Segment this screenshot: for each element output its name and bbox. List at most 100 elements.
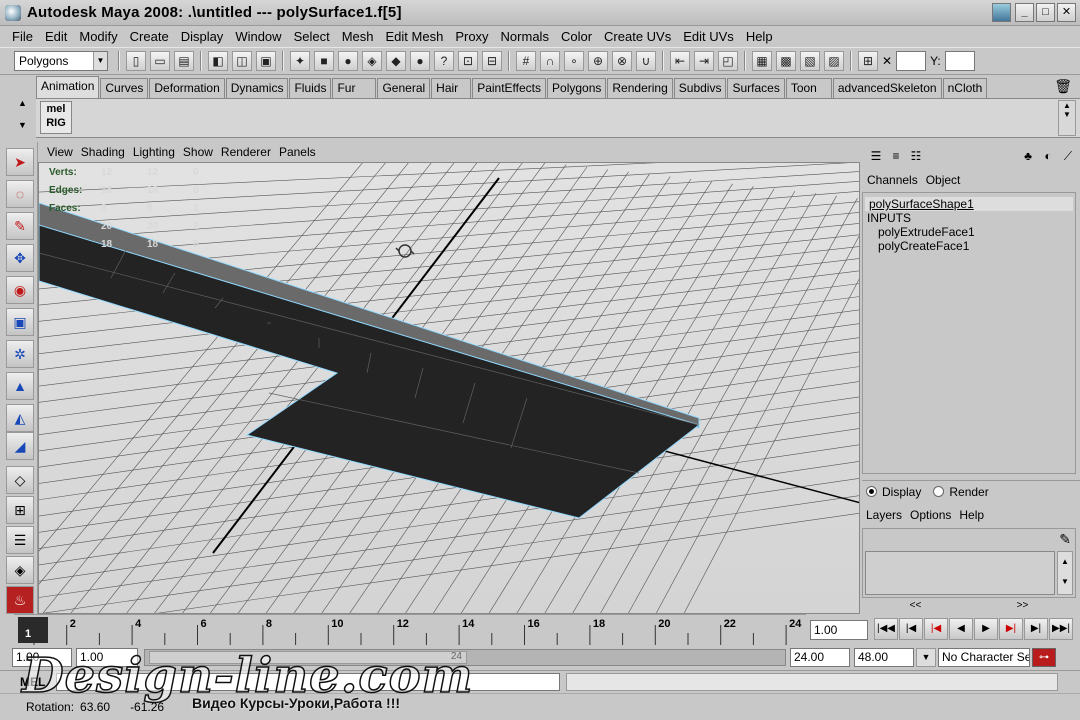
pin-icon[interactable]: ⟋ — [1060, 148, 1076, 164]
snap-curve-icon[interactable]: ∩ — [540, 51, 560, 71]
render-frame-icon[interactable]: ▩ — [776, 51, 796, 71]
menu-mesh[interactable]: Mesh — [336, 29, 380, 44]
shelf-tab-hair[interactable]: Hair — [431, 78, 472, 98]
snap-view-icon[interactable]: ⊕ — [588, 51, 608, 71]
universal-manip-icon[interactable]: ✲ — [6, 340, 34, 368]
graph-layout-icon[interactable]: ◈ — [6, 556, 34, 584]
menu-help[interactable]: Help — [740, 29, 779, 44]
single-pane-layout-icon[interactable]: ◇ — [6, 466, 34, 494]
layer-menu-options[interactable]: Options — [910, 508, 951, 522]
trash-icon[interactable]: 🗑 — [1054, 78, 1072, 95]
go-to-end-icon[interactable]: ▶▶| — [1049, 618, 1073, 640]
shelf-tab-toon[interactable]: Toon — [785, 78, 832, 98]
range-bar[interactable]: 24 — [149, 651, 467, 664]
shelf-tab-painteffects[interactable]: PaintEffects — [472, 78, 547, 98]
tree-icon[interactable]: ♣ — [1020, 148, 1036, 164]
lock-selection-icon[interactable]: ⊡ — [458, 51, 478, 71]
help-mask-icon[interactable]: ? — [434, 51, 454, 71]
snap-grid-icon[interactable]: # — [516, 51, 536, 71]
save-scene-icon[interactable]: ▤ — [174, 51, 194, 71]
attribute-editor-toggle-icon[interactable]: ≡ — [888, 148, 904, 164]
show-manip-tool-icon[interactable]: ◭ — [6, 404, 34, 432]
panel-menu-lighting[interactable]: Lighting — [129, 145, 179, 159]
panel-menu-shading[interactable]: Shading — [77, 145, 129, 159]
magnet-icon[interactable]: ∪ — [636, 51, 656, 71]
step-back-frame-icon[interactable]: |◀ — [899, 618, 923, 640]
time-slider[interactable]: 2 4 6 8 10 12 14 16 18 20 22 24 1 — [14, 614, 806, 645]
input-node[interactable]: polyExtrudeFace1 — [863, 225, 1075, 239]
menu-file[interactable]: File — [6, 29, 39, 44]
channel-box-menu-object[interactable]: Object — [926, 173, 961, 187]
menu-modify[interactable]: Modify — [73, 29, 123, 44]
paint-select-tool-icon[interactable]: ✎ — [6, 212, 34, 240]
range-track[interactable]: 24 — [144, 649, 786, 666]
new-scene-icon[interactable]: ▯ — [126, 51, 146, 71]
uv-mask-icon[interactable]: ◆ — [386, 51, 406, 71]
shelf-menu-icon[interactable]: ▲ — [0, 98, 36, 108]
history-input-icon[interactable]: ⇤ — [670, 51, 690, 71]
menu-edit-mesh[interactable]: Edit Mesh — [380, 29, 450, 44]
outliner-layout-icon[interactable]: ☰ — [6, 526, 34, 554]
shelf-tab-fur[interactable]: Fur — [332, 78, 377, 98]
command-input[interactable] — [56, 673, 560, 691]
select-tool-icon[interactable]: ➤ — [6, 148, 34, 176]
highlight-selection-icon[interactable]: ⊟ — [482, 51, 502, 71]
chevron-down-icon[interactable]: ▼ — [916, 648, 936, 667]
shelf-scrollbar[interactable]: ▲ ▼ — [1058, 100, 1076, 136]
ipr-render-icon[interactable]: ▧ — [800, 51, 820, 71]
soft-mod-tool-icon[interactable]: ▲ — [6, 372, 34, 400]
four-pane-layout-icon[interactable]: ⊞ — [6, 496, 34, 524]
menu-select[interactable]: Select — [288, 29, 336, 44]
step-forward-frame-icon[interactable]: ▶| — [1024, 618, 1048, 640]
shelf-tab-animation[interactable]: Animation — [36, 76, 100, 98]
face-mask-icon[interactable]: ◈ — [362, 51, 382, 71]
menu-proxy[interactable]: Proxy — [449, 29, 494, 44]
select-component-icon[interactable]: ▣ — [256, 51, 276, 71]
layer-list[interactable] — [865, 551, 1055, 595]
pick-mask-icon[interactable]: ✦ — [290, 51, 310, 71]
history-output-icon[interactable]: ⇥ — [694, 51, 714, 71]
shelf-tab-fluids[interactable]: Fluids — [289, 78, 332, 98]
menu-window[interactable]: Window — [229, 29, 287, 44]
select-object-icon[interactable]: ◫ — [232, 51, 252, 71]
snap-point-icon[interactable]: ∘ — [564, 51, 584, 71]
panel-menu-renderer[interactable]: Renderer — [217, 145, 275, 159]
panel-menu-show[interactable]: Show — [179, 145, 217, 159]
last-tool-icon[interactable]: ◢ — [6, 432, 34, 460]
layer-scrollbar[interactable]: ▲ ▼ — [1057, 551, 1073, 595]
step-back-key-icon[interactable]: |◀ — [924, 618, 948, 640]
sphere-icon[interactable]: ◐ — [1040, 148, 1056, 164]
shelf-tab-ncloth[interactable]: nCloth — [942, 78, 988, 98]
shelf-tab-dynamics[interactable]: Dynamics — [225, 78, 289, 98]
pager-right-button[interactable]: >> — [1017, 600, 1029, 614]
move-tool-icon[interactable]: ✥ — [6, 244, 34, 272]
shelf-tab-surfaces[interactable]: Surfaces — [727, 78, 785, 98]
menu-normals[interactable]: Normals — [495, 29, 555, 44]
current-time-field[interactable]: 1.00 — [810, 620, 868, 640]
channel-box-menu-channels[interactable]: Channels — [867, 173, 918, 187]
x-field[interactable] — [896, 51, 927, 71]
menu-color[interactable]: Color — [555, 29, 598, 44]
open-scene-icon[interactable]: ▭ — [150, 51, 170, 71]
character-set-field[interactable]: No Character Set — [938, 648, 1030, 667]
menu-edit[interactable]: Edit — [39, 29, 73, 44]
vertex-mask-icon[interactable]: ■ — [314, 51, 334, 71]
auto-key-icon[interactable]: ⊶ — [1032, 648, 1056, 667]
panel-menu-panels[interactable]: Panels — [275, 145, 320, 159]
misc-mask-icon[interactable]: ● — [410, 51, 430, 71]
panel-menu-view[interactable]: View — [43, 145, 77, 159]
shelf-tab-subdivs[interactable]: Subdivs — [673, 78, 727, 98]
scale-tool-icon[interactable]: ▣ — [6, 308, 34, 336]
close-button[interactable]: ✕ — [1057, 3, 1076, 22]
shelf-tab-deformation[interactable]: Deformation — [149, 78, 225, 98]
pager-left-button[interactable]: << — [910, 600, 922, 614]
playback-start-field[interactable]: 1.00 — [76, 648, 138, 667]
perspective-viewport[interactable]: Verts: 12 12 0 Edges: 18 18 0 Faces: 8 8… — [38, 162, 860, 614]
construction-history-icon[interactable]: ◰ — [718, 51, 738, 71]
edge-mask-icon[interactable]: ● — [338, 51, 358, 71]
lasso-tool-icon[interactable]: ◌ — [6, 180, 34, 208]
shelf-tab-polygons[interactable]: Polygons — [547, 78, 607, 98]
go-to-start-icon[interactable]: |◀◀ — [874, 618, 898, 640]
shelf-tab-advancedskeleton[interactable]: advancedSkeleton — [832, 78, 942, 98]
end-time-field[interactable]: 48.00 — [854, 648, 914, 667]
